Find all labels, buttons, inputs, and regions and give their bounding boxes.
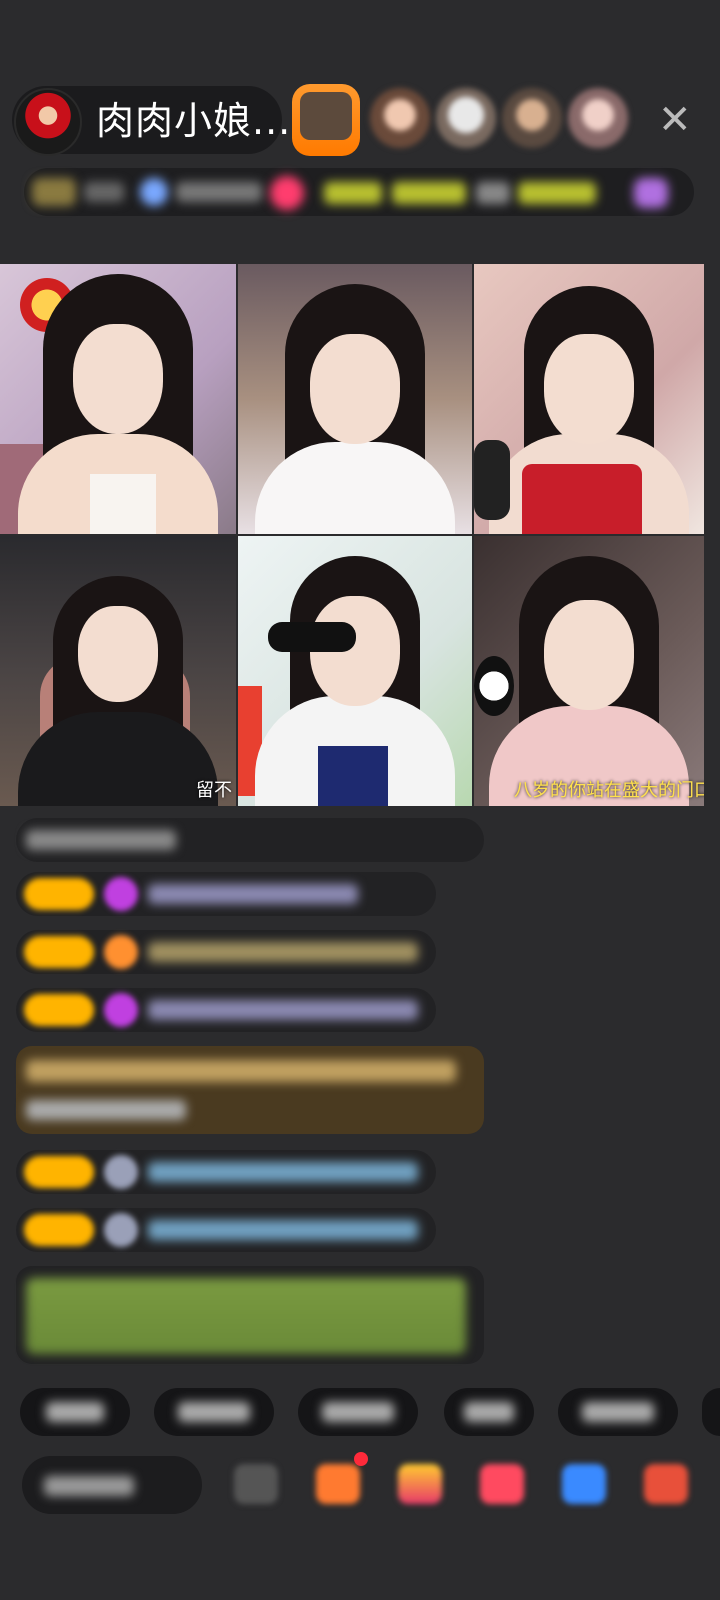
gift-box-icon[interactable] — [480, 1464, 524, 1504]
gem-icon — [104, 935, 138, 969]
notification-dot — [354, 1452, 368, 1466]
gem-icon — [104, 877, 138, 911]
blue-top — [318, 746, 388, 806]
chip-text — [582, 1402, 654, 1422]
chat-text — [148, 942, 418, 962]
chip-text — [46, 1402, 104, 1422]
shop-icon[interactable] — [398, 1464, 442, 1504]
level-text — [84, 182, 124, 202]
chip-text — [322, 1402, 394, 1422]
viewer-avatar[interactable] — [370, 88, 430, 148]
level-icon — [32, 178, 76, 206]
gem-icon — [104, 993, 138, 1027]
red-dress — [522, 464, 642, 534]
emoji-icon[interactable] — [234, 1464, 278, 1504]
top-viewer-image — [300, 92, 352, 140]
video-tile-1[interactable] — [0, 264, 236, 534]
game-icon[interactable] — [562, 1464, 606, 1504]
gift-text — [176, 182, 262, 202]
rank-text — [476, 182, 510, 204]
level-badge — [24, 936, 94, 968]
video-tile-3[interactable] — [474, 264, 704, 534]
tile-caption: 留不 — [196, 780, 232, 801]
highlight-text — [26, 1060, 456, 1082]
video-tile-2[interactable] — [238, 264, 472, 534]
viewer-avatar[interactable] — [436, 88, 496, 148]
host-avatar[interactable] — [14, 88, 82, 156]
input-placeholder — [44, 1476, 134, 1496]
video-tile-6[interactable]: 八岁的你站在盛大的门口 — [474, 536, 704, 806]
chat-text — [148, 1000, 418, 1020]
task-icon[interactable] — [316, 1464, 360, 1504]
level-badge — [24, 1156, 94, 1188]
quick-reply[interactable] — [702, 1388, 720, 1436]
top-viewer-avatar[interactable] — [292, 84, 360, 156]
more-icon[interactable] — [644, 1464, 688, 1504]
fan-icon — [634, 178, 668, 208]
rank-text — [392, 182, 466, 204]
microphone — [474, 440, 510, 520]
host-name[interactable]: 肉肉小娘... — [96, 98, 291, 144]
viewer-avatar[interactable] — [568, 88, 628, 148]
level-badge — [24, 1214, 94, 1246]
gem-icon — [104, 1213, 138, 1247]
highlight-text — [26, 1100, 186, 1120]
gem-icon — [104, 1155, 138, 1189]
close-icon[interactable]: ✕ — [658, 100, 692, 140]
tile-caption: 八岁的你站在盛大的门口 — [514, 780, 704, 801]
rank-text — [518, 182, 596, 204]
chat-text — [148, 1162, 418, 1182]
gift-icon — [140, 178, 168, 206]
notice-text — [26, 1278, 466, 1354]
chat-text — [26, 830, 176, 850]
level-badge — [24, 878, 94, 910]
video-tile-4[interactable]: 留不 — [0, 536, 236, 806]
heart-icon — [270, 176, 304, 210]
rank-text — [324, 182, 382, 204]
video-tile-5[interactable] — [238, 536, 472, 806]
chat-text — [148, 884, 358, 904]
panda-toy — [474, 656, 514, 716]
chat-text — [148, 1220, 418, 1240]
chip-text — [178, 1402, 250, 1422]
chip-text — [464, 1402, 514, 1422]
sunglasses — [268, 622, 356, 652]
viewer-avatar[interactable] — [502, 88, 562, 148]
top — [90, 474, 156, 534]
level-badge — [24, 994, 94, 1026]
